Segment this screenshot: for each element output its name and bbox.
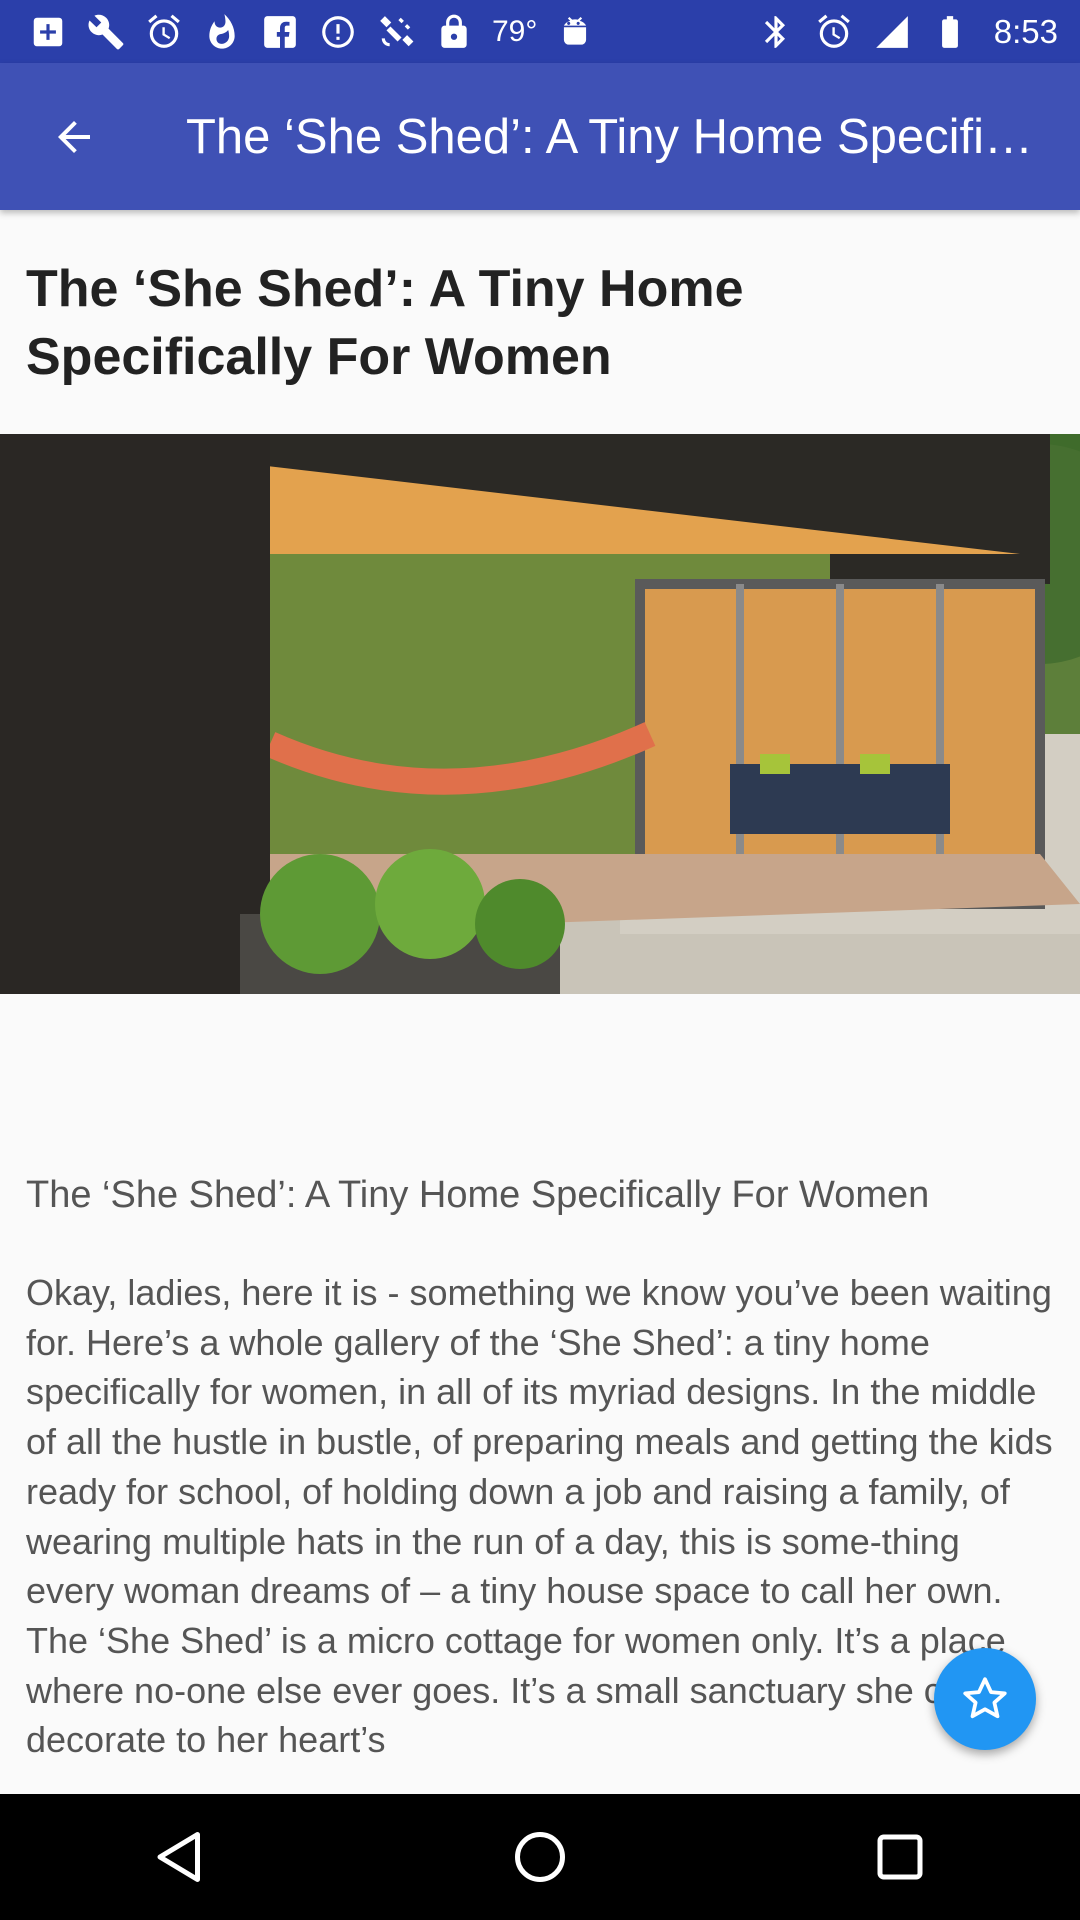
medical-plus-icon bbox=[28, 12, 68, 52]
article-subtitle: The ‘She Shed’: A Tiny Home Specifically… bbox=[26, 1174, 930, 1216]
lock-icon bbox=[434, 12, 474, 52]
back-button[interactable] bbox=[26, 89, 122, 185]
article-body: Okay, ladies, here it is - something we … bbox=[26, 1272, 1053, 1761]
star-icon bbox=[963, 1677, 1007, 1719]
home-circle-icon bbox=[515, 1832, 565, 1882]
recents-square-icon bbox=[877, 1834, 923, 1880]
status-right-icons: 8:53 bbox=[756, 12, 1058, 52]
arrow-back-icon bbox=[58, 120, 90, 153]
page-title: The ‘She Shed’: A Tiny Home Specifically… bbox=[186, 109, 1056, 164]
alarm-icon bbox=[144, 12, 184, 52]
temperature-text: 79° bbox=[492, 14, 538, 48]
nav-back-button[interactable] bbox=[130, 1807, 230, 1907]
info-icon bbox=[318, 12, 358, 52]
navigation-bar bbox=[0, 1794, 1080, 1920]
clock-time: 8:53 bbox=[993, 12, 1058, 50]
nav-recents-button[interactable] bbox=[850, 1807, 950, 1907]
status-bar: 79° 8:53 bbox=[0, 0, 1080, 63]
status-left-icons: 79° bbox=[28, 12, 595, 52]
facebook-icon bbox=[260, 12, 300, 52]
android-icon bbox=[555, 12, 595, 52]
article-scroll-area[interactable]: The ‘She Shed’: A Tiny Home Specifically… bbox=[0, 210, 1080, 1794]
nav-home-button[interactable] bbox=[490, 1807, 590, 1907]
signal-icon bbox=[872, 12, 912, 52]
she-shed-photo bbox=[0, 434, 1080, 994]
article-heading: The ‘She Shed’: A Tiny Home Specifically… bbox=[26, 260, 744, 386]
alarm-clock-icon bbox=[814, 12, 854, 52]
bluetooth-icon bbox=[756, 12, 796, 52]
wrench-icon bbox=[86, 12, 126, 52]
app-bar: The ‘She Shed’: A Tiny Home Specifically… bbox=[0, 63, 1080, 210]
back-triangle-icon bbox=[157, 1832, 200, 1882]
battery-icon bbox=[930, 12, 970, 52]
flame-icon bbox=[202, 12, 242, 52]
satellite-icon bbox=[376, 12, 416, 52]
favorite-button[interactable] bbox=[934, 1648, 1036, 1750]
